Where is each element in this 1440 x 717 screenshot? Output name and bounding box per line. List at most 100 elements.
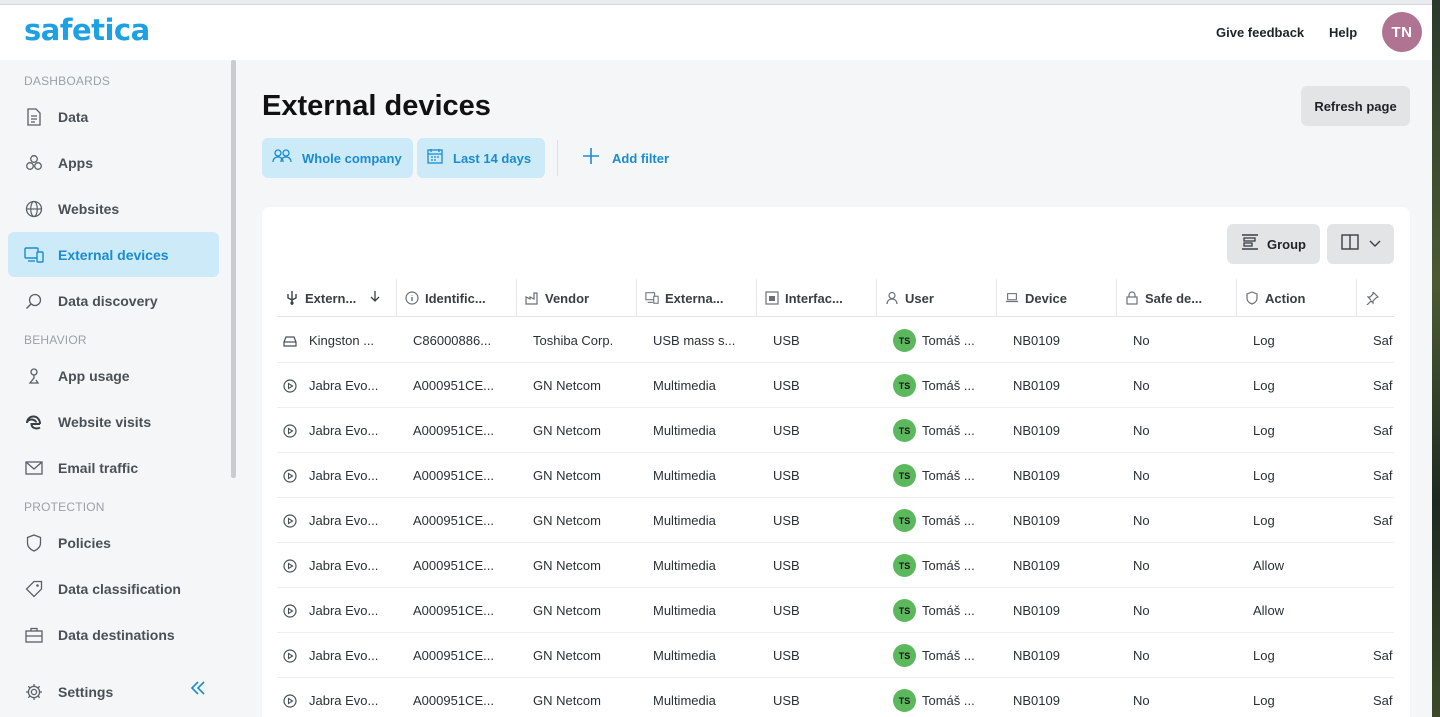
multimedia-play-icon (283, 543, 297, 588)
user-cell: TS Tomáš ... (893, 453, 975, 498)
double-chevron-left-icon (190, 680, 206, 700)
interface-cell: USB (773, 603, 800, 618)
sidebar-item-email-traffic[interactable]: Email traffic (8, 445, 219, 490)
table-row[interactable]: Jabra Evo... A000951CE... GN Netcom Multime… (277, 543, 1394, 588)
give-feedback-link[interactable]: Give feedback (1216, 25, 1304, 40)
device-name-cell: Jabra Evo... (309, 603, 379, 618)
device-cell: NB0109 (1013, 513, 1060, 528)
identification-cell: A000951CE... (413, 423, 494, 438)
user-avatar[interactable]: TN (1382, 12, 1422, 52)
apps-icon (24, 153, 44, 173)
column-header-external-device[interactable]: Extern... (277, 279, 397, 317)
column-header-safe-device[interactable]: Safe de... (1117, 279, 1237, 317)
column-header-user[interactable]: User (877, 279, 997, 317)
vendor-cell: GN Netcom (533, 558, 601, 573)
extra-cell: Saf (1373, 333, 1393, 348)
sidebar-item-data-destinations[interactable]: Data destinations (8, 612, 219, 657)
add-filter-label: Add filter (612, 150, 670, 166)
device-name-cell: Jabra Evo... (309, 648, 379, 663)
device-cell: NB0109 (1013, 693, 1060, 708)
sidebar-item-label: Policies (58, 534, 111, 551)
interface-cell: USB (773, 378, 800, 393)
sidebar-item-policies[interactable]: Policies (8, 520, 219, 565)
safe-device-cell: No (1133, 558, 1150, 573)
column-header-action[interactable]: Action (1237, 279, 1357, 317)
external-type-cell: Multimedia (653, 378, 716, 393)
multimedia-play-icon (283, 408, 297, 453)
sidebar-item-data[interactable]: Data (8, 94, 219, 139)
safe-device-cell: No (1133, 603, 1150, 618)
sidebar-item-label: Apps (58, 154, 93, 171)
group-icon (1241, 233, 1259, 256)
interface-icon (765, 291, 779, 305)
table-row[interactable]: Jabra Evo... A000951CE... GN Netcom Multime… (277, 453, 1394, 498)
column-header-pinned[interactable] (1357, 279, 1394, 317)
identification-cell: A000951CE... (413, 603, 494, 618)
table-row[interactable]: Jabra Evo... A000951CE... GN Netcom Multime… (277, 588, 1394, 633)
safe-device-cell: No (1133, 648, 1150, 663)
column-header-identification[interactable]: Identific... (397, 279, 517, 317)
table-row[interactable]: Jabra Evo... A000951CE... GN Netcom Multime… (277, 498, 1394, 543)
column-header-interface[interactable]: Interfac... (757, 279, 877, 317)
add-filter-button[interactable]: Add filter (582, 146, 669, 170)
column-header-external-type[interactable]: Externa... (637, 279, 757, 317)
shield-icon (1245, 291, 1259, 305)
sidebar-item-websites[interactable]: Websites (8, 186, 219, 231)
column-label: User (905, 290, 934, 306)
external-type-cell: Multimedia (653, 468, 716, 483)
whole-company-filter[interactable]: Whole company (262, 138, 413, 178)
group-button[interactable]: Group (1227, 224, 1320, 264)
pin-icon (1365, 291, 1379, 305)
vendor-cell: Toshiba Corp. (533, 333, 614, 348)
sidebar-item-data-classification[interactable]: Data classification (8, 566, 219, 611)
sidebar-item-app-usage[interactable]: App usage (8, 353, 219, 398)
collapse-sidebar-button[interactable] (186, 678, 210, 702)
action-cell: Log (1253, 648, 1275, 663)
extra-cell: Saf (1373, 648, 1393, 663)
interface-cell: USB (773, 648, 800, 663)
filter-divider (557, 140, 558, 176)
section-protection: PROTECTION (24, 500, 105, 514)
columns-button[interactable] (1327, 224, 1394, 264)
user-name: Tomáš ... (922, 468, 975, 483)
vendor-cell: GN Netcom (533, 513, 601, 528)
gear-icon (24, 682, 44, 702)
column-label: Extern... (305, 290, 357, 306)
action-cell: Log (1253, 468, 1275, 483)
safetica-logo: safetica (24, 13, 150, 47)
column-label: Interfac... (785, 290, 843, 306)
sidebar-item-external-devices[interactable]: External devices (8, 232, 219, 277)
table-row[interactable]: Jabra Evo... A000951CE... GN Netcom Multime… (277, 633, 1394, 678)
sidebar-item-label: App usage (58, 367, 130, 384)
sidebar-item-data-discovery[interactable]: Data discovery (8, 278, 219, 323)
table-row[interactable]: Kingston ... C86000886... Toshiba Corp. USB… (277, 318, 1394, 363)
column-header-device[interactable]: Device (997, 279, 1117, 317)
interface-cell: USB (773, 423, 800, 438)
safe-device-cell: No (1133, 693, 1150, 708)
user-name: Tomáš ... (922, 378, 975, 393)
help-link[interactable]: Help (1329, 25, 1357, 40)
date-range-filter[interactable]: Last 14 days (417, 138, 545, 178)
sidebar-item-label: Websites (58, 200, 120, 217)
column-header-vendor[interactable]: Vendor (517, 279, 637, 317)
laptop-icon (1005, 291, 1019, 305)
vendor-cell: GN Netcom (533, 603, 601, 618)
storage-device-icon (283, 318, 297, 363)
user-name: Tomáš ... (922, 423, 975, 438)
sidebar-item-website-visits[interactable]: Website visits (8, 399, 219, 444)
table-row[interactable]: Jabra Evo... A000951CE... GN Netcom Multime… (277, 678, 1394, 717)
devices-table-card: Group Extern... Identific... Vendor Exte… (262, 207, 1410, 717)
app-window: safetica Give feedback Help TN DASHBOARD… (0, 5, 1432, 717)
sidebar-item-apps[interactable]: Apps (8, 140, 219, 185)
action-cell: Log (1253, 378, 1275, 393)
devices-icon (24, 245, 44, 265)
desktop-background-edge (1432, 0, 1440, 717)
interface-cell: USB (773, 693, 800, 708)
table-row[interactable]: Jabra Evo... A000951CE... GN Netcom Multime… (277, 363, 1394, 408)
table-row[interactable]: Jabra Evo... A000951CE... GN Netcom Multime… (277, 408, 1394, 453)
column-label: Action (1265, 290, 1306, 306)
refresh-page-button[interactable]: Refresh page (1301, 86, 1410, 126)
column-label: Vendor (545, 290, 590, 306)
user-initials-badge: TS (893, 689, 916, 712)
action-cell: Log (1253, 333, 1275, 348)
